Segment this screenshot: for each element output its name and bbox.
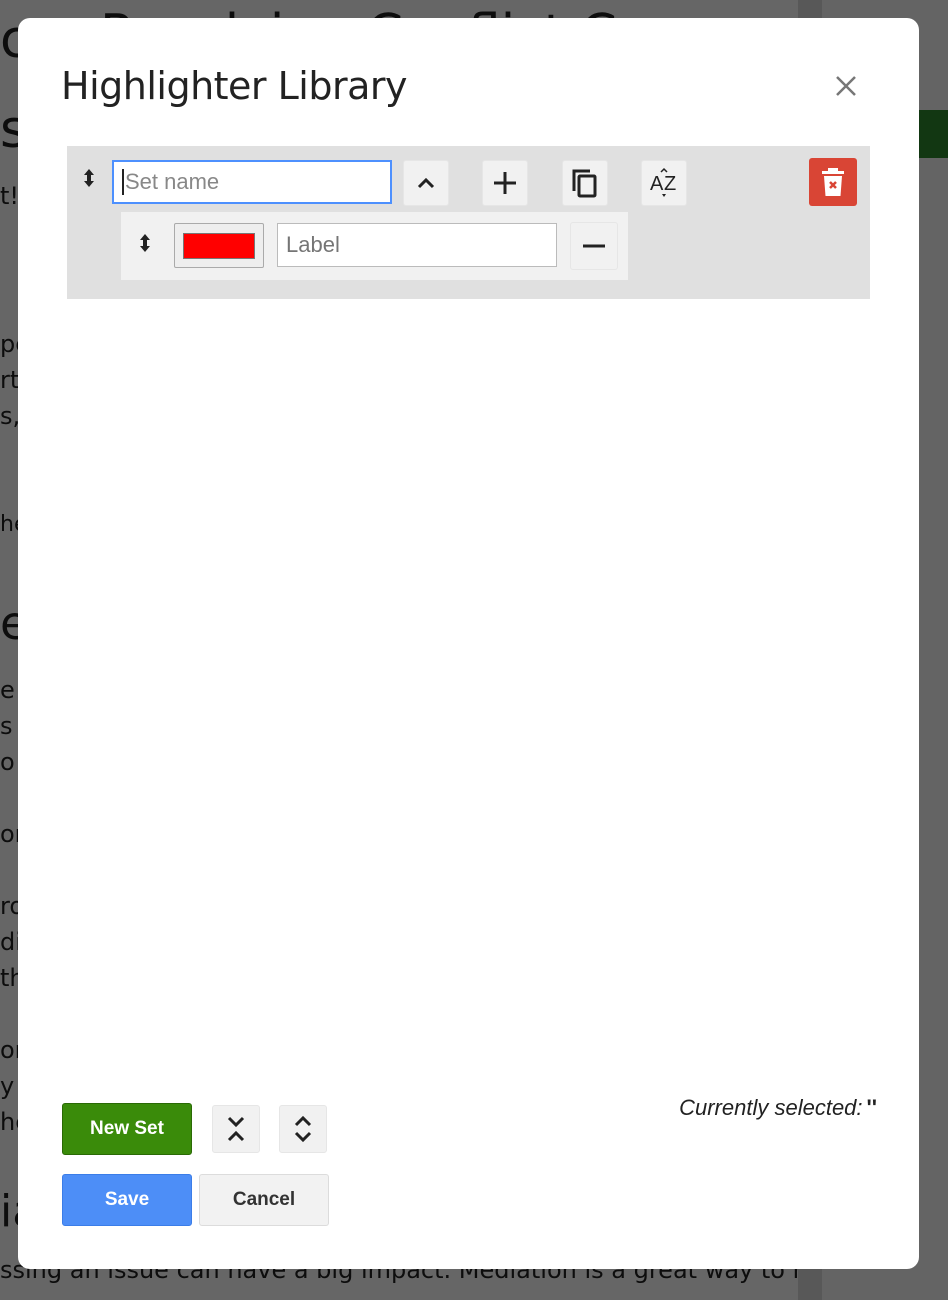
collapse-set-button[interactable] [403, 160, 449, 206]
close-button[interactable] [831, 71, 861, 101]
plus-icon [494, 172, 516, 194]
highlighter-library-dialog: Highlighter Library Set name A Z Label N… [18, 18, 919, 1269]
close-icon [836, 76, 856, 96]
current-selection-status: Currently selected: '' [679, 1095, 877, 1121]
duplicate-set-button[interactable] [562, 160, 608, 206]
color-picker-button[interactable] [174, 223, 264, 268]
set-name-input[interactable]: Set name [112, 160, 392, 204]
expand-all-button[interactable] [279, 1105, 327, 1153]
status-label: Currently selected: [679, 1095, 863, 1120]
expand-all-icon [294, 1115, 312, 1143]
trash-x-icon [822, 168, 844, 196]
highlighter-label-input[interactable] [277, 223, 557, 267]
delete-set-button[interactable] [809, 158, 857, 206]
chevron-up-icon [417, 177, 435, 189]
svg-text:Z: Z [664, 173, 676, 195]
collapse-all-button[interactable] [212, 1105, 260, 1153]
highlighter-item [121, 212, 628, 280]
cancel-button[interactable]: Cancel [199, 1174, 329, 1226]
sort-az-icon: A Z [650, 167, 676, 197]
svg-text:A: A [650, 173, 664, 195]
drag-handle-icon[interactable] [138, 233, 152, 253]
new-set-button[interactable]: New Set [62, 1103, 192, 1155]
save-button[interactable]: Save [62, 1174, 192, 1226]
status-value: '' [866, 1095, 877, 1120]
minus-icon [583, 244, 605, 248]
set-name-placeholder: Set name [125, 169, 220, 194]
highlighter-set: Set name A Z [67, 146, 870, 299]
copy-icon [572, 169, 597, 198]
drag-handle-icon[interactable] [82, 168, 96, 188]
color-swatch [183, 232, 255, 259]
add-highlighter-button[interactable] [482, 160, 528, 206]
text-caret [122, 169, 124, 195]
collapse-all-icon [227, 1116, 245, 1142]
sort-az-button[interactable]: A Z [641, 160, 687, 206]
dialog-title: Highlighter Library [61, 64, 408, 108]
remove-highlighter-button[interactable] [570, 222, 618, 270]
